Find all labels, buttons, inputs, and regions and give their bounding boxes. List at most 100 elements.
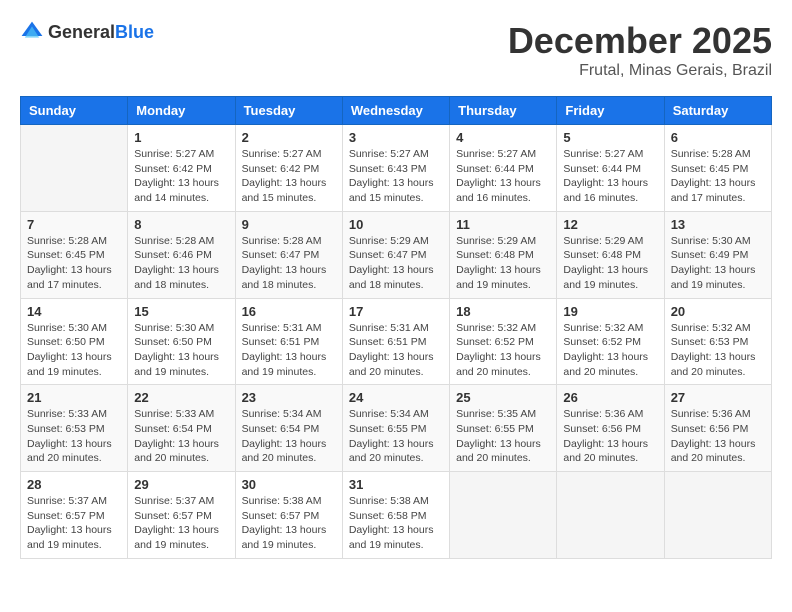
- day-info: Sunrise: 5:33 AM Sunset: 6:54 PM Dayligh…: [134, 407, 228, 466]
- day-info: Sunrise: 5:37 AM Sunset: 6:57 PM Dayligh…: [27, 494, 121, 553]
- day-number: 5: [563, 130, 657, 145]
- day-number: 8: [134, 217, 228, 232]
- calendar-cell: 27Sunrise: 5:36 AM Sunset: 6:56 PM Dayli…: [664, 385, 771, 472]
- calendar-cell: 15 Sunrise: 5:30 AM Sunset: 6:50 PM Dayli…: [128, 298, 235, 385]
- day-info: Sunrise: 5:28 AM Sunset: 6:45 PM Dayligh…: [27, 234, 121, 293]
- calendar-cell: 17Sunrise: 5:31 AM Sunset: 6:51 PM Dayli…: [342, 298, 449, 385]
- day-number: 28: [27, 477, 121, 492]
- logo: GeneralBlue: [20, 20, 154, 44]
- calendar-cell: 26 Sunrise: 5:36 AM Sunset: 6:56 PM Dayli…: [557, 385, 664, 472]
- calendar-cell: 10 Sunrise: 5:29 AM Sunset: 6:47 PM Dayli…: [342, 211, 449, 298]
- weekday-header-monday: Monday: [128, 97, 235, 125]
- calendar-cell: 13 Sunrise: 5:30 AM Sunset: 6:49 PM Dayli…: [664, 211, 771, 298]
- day-info: Sunrise: 5:32 AM Sunset: 6:52 PM Dayligh…: [456, 321, 550, 380]
- day-number: 31: [349, 477, 443, 492]
- calendar-cell: 6Sunrise: 5:28 AM Sunset: 6:45 PM Daylig…: [664, 125, 771, 212]
- calendar-cell: 19Sunrise: 5:32 AM Sunset: 6:52 PM Dayli…: [557, 298, 664, 385]
- day-number: 26: [563, 390, 657, 405]
- day-info: Sunrise: 5:29 AM Sunset: 6:48 PM Dayligh…: [563, 234, 657, 293]
- day-number: 13: [671, 217, 765, 232]
- day-info: Sunrise: 5:32 AM Sunset: 6:52 PM Dayligh…: [563, 321, 657, 380]
- calendar-cell: 12 Sunrise: 5:29 AM Sunset: 6:48 PM Dayli…: [557, 211, 664, 298]
- calendar-cell: 9 Sunrise: 5:28 AM Sunset: 6:47 PM Daylig…: [235, 211, 342, 298]
- day-number: 29: [134, 477, 228, 492]
- day-number: 11: [456, 217, 550, 232]
- weekday-header-tuesday: Tuesday: [235, 97, 342, 125]
- calendar-cell: 7 Sunrise: 5:28 AM Sunset: 6:45 PM Daylig…: [21, 211, 128, 298]
- day-info: Sunrise: 5:29 AM Sunset: 6:47 PM Dayligh…: [349, 234, 443, 293]
- day-info: Sunrise: 5:30 AM Sunset: 6:49 PM Dayligh…: [671, 234, 765, 293]
- day-info: Sunrise: 5:27 AM Sunset: 6:43 PM Dayligh…: [349, 147, 443, 206]
- calendar-cell: [21, 125, 128, 212]
- weekday-row: SundayMondayTuesdayWednesdayThursdayFrid…: [21, 97, 772, 125]
- day-info: Sunrise: 5:28 AM Sunset: 6:47 PM Dayligh…: [242, 234, 336, 293]
- calendar-cell: 31 Sunrise: 5:38 AM Sunset: 6:58 PM Dayli…: [342, 472, 449, 559]
- day-number: 10: [349, 217, 443, 232]
- calendar-cell: 2Sunrise: 5:27 AM Sunset: 6:42 PM Daylig…: [235, 125, 342, 212]
- day-info: Sunrise: 5:32 AM Sunset: 6:53 PM Dayligh…: [671, 321, 765, 380]
- day-info: Sunrise: 5:27 AM Sunset: 6:44 PM Dayligh…: [456, 147, 550, 206]
- week-row-3: 21 Sunrise: 5:33 AM Sunset: 6:53 PM Dayli…: [21, 385, 772, 472]
- day-number: 7: [27, 217, 121, 232]
- day-info: Sunrise: 5:33 AM Sunset: 6:53 PM Dayligh…: [27, 407, 121, 466]
- week-row-0: 1Sunrise: 5:27 AM Sunset: 6:42 PM Daylig…: [21, 125, 772, 212]
- calendar-table: SundayMondayTuesdayWednesdayThursdayFrid…: [20, 96, 772, 559]
- calendar-cell: 4 Sunrise: 5:27 AM Sunset: 6:44 PM Daylig…: [450, 125, 557, 212]
- calendar-cell: 16 Sunrise: 5:31 AM Sunset: 6:51 PM Dayli…: [235, 298, 342, 385]
- location-title: Frutal, Minas Gerais, Brazil: [508, 62, 772, 80]
- weekday-header-sunday: Sunday: [21, 97, 128, 125]
- day-info: Sunrise: 5:28 AM Sunset: 6:45 PM Dayligh…: [671, 147, 765, 206]
- logo-text-general: General: [48, 22, 115, 42]
- calendar-cell: [557, 472, 664, 559]
- calendar-cell: 29Sunrise: 5:37 AM Sunset: 6:57 PM Dayli…: [128, 472, 235, 559]
- calendar-header: SundayMondayTuesdayWednesdayThursdayFrid…: [21, 97, 772, 125]
- day-info: Sunrise: 5:31 AM Sunset: 6:51 PM Dayligh…: [242, 321, 336, 380]
- calendar-cell: 30Sunrise: 5:38 AM Sunset: 6:57 PM Dayli…: [235, 472, 342, 559]
- logo-text-blue: Blue: [115, 22, 154, 42]
- day-number: 27: [671, 390, 765, 405]
- day-number: 18: [456, 304, 550, 319]
- week-row-1: 7 Sunrise: 5:28 AM Sunset: 6:45 PM Daylig…: [21, 211, 772, 298]
- month-title: December 2025: [508, 20, 772, 62]
- day-info: Sunrise: 5:30 AM Sunset: 6:50 PM Dayligh…: [27, 321, 121, 380]
- day-number: 12: [563, 217, 657, 232]
- calendar-cell: 3 Sunrise: 5:27 AM Sunset: 6:43 PM Daylig…: [342, 125, 449, 212]
- weekday-header-thursday: Thursday: [450, 97, 557, 125]
- day-number: 4: [456, 130, 550, 145]
- day-number: 16: [242, 304, 336, 319]
- day-info: Sunrise: 5:38 AM Sunset: 6:58 PM Dayligh…: [349, 494, 443, 553]
- title-area: December 2025 Frutal, Minas Gerais, Braz…: [508, 20, 772, 80]
- day-number: 14: [27, 304, 121, 319]
- weekday-header-wednesday: Wednesday: [342, 97, 449, 125]
- day-info: Sunrise: 5:38 AM Sunset: 6:57 PM Dayligh…: [242, 494, 336, 553]
- day-info: Sunrise: 5:31 AM Sunset: 6:51 PM Dayligh…: [349, 321, 443, 380]
- day-info: Sunrise: 5:36 AM Sunset: 6:56 PM Dayligh…: [563, 407, 657, 466]
- day-number: 23: [242, 390, 336, 405]
- day-info: Sunrise: 5:34 AM Sunset: 6:55 PM Dayligh…: [349, 407, 443, 466]
- calendar-cell: 24Sunrise: 5:34 AM Sunset: 6:55 PM Dayli…: [342, 385, 449, 472]
- weekday-header-saturday: Saturday: [664, 97, 771, 125]
- calendar-cell: 20 Sunrise: 5:32 AM Sunset: 6:53 PM Dayli…: [664, 298, 771, 385]
- calendar-cell: [450, 472, 557, 559]
- day-number: 9: [242, 217, 336, 232]
- day-number: 20: [671, 304, 765, 319]
- day-info: Sunrise: 5:35 AM Sunset: 6:55 PM Dayligh…: [456, 407, 550, 466]
- calendar-cell: 25 Sunrise: 5:35 AM Sunset: 6:55 PM Dayli…: [450, 385, 557, 472]
- day-number: 15: [134, 304, 228, 319]
- day-info: Sunrise: 5:27 AM Sunset: 6:44 PM Dayligh…: [563, 147, 657, 206]
- day-number: 21: [27, 390, 121, 405]
- day-info: Sunrise: 5:27 AM Sunset: 6:42 PM Dayligh…: [242, 147, 336, 206]
- calendar-body: 1Sunrise: 5:27 AM Sunset: 6:42 PM Daylig…: [21, 125, 772, 559]
- day-info: Sunrise: 5:34 AM Sunset: 6:54 PM Dayligh…: [242, 407, 336, 466]
- day-number: 3: [349, 130, 443, 145]
- calendar-cell: 8Sunrise: 5:28 AM Sunset: 6:46 PM Daylig…: [128, 211, 235, 298]
- calendar-cell: 18 Sunrise: 5:32 AM Sunset: 6:52 PM Dayli…: [450, 298, 557, 385]
- week-row-2: 14 Sunrise: 5:30 AM Sunset: 6:50 PM Dayli…: [21, 298, 772, 385]
- day-info: Sunrise: 5:29 AM Sunset: 6:48 PM Dayligh…: [456, 234, 550, 293]
- page-header: GeneralBlue December 2025 Frutal, Minas …: [20, 20, 772, 80]
- day-number: 25: [456, 390, 550, 405]
- calendar-cell: 11 Sunrise: 5:29 AM Sunset: 6:48 PM Dayli…: [450, 211, 557, 298]
- calendar-cell: 5 Sunrise: 5:27 AM Sunset: 6:44 PM Daylig…: [557, 125, 664, 212]
- day-info: Sunrise: 5:30 AM Sunset: 6:50 PM Dayligh…: [134, 321, 228, 380]
- calendar-cell: 22Sunrise: 5:33 AM Sunset: 6:54 PM Dayli…: [128, 385, 235, 472]
